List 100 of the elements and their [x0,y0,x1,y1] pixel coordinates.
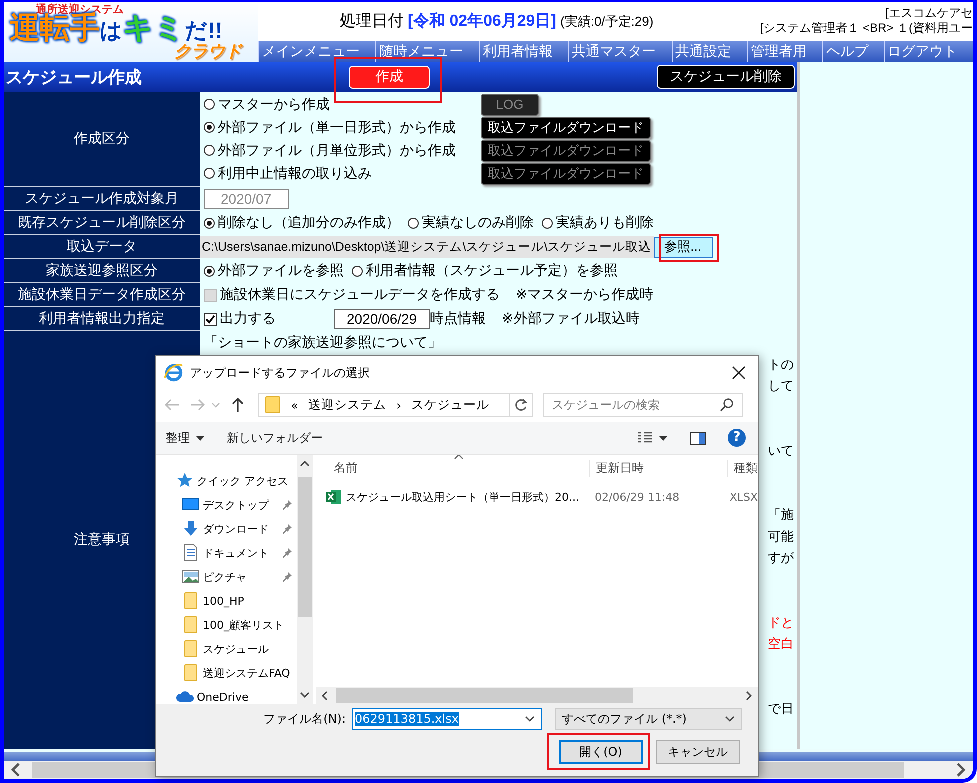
notes-text: すが [768,549,794,567]
option-label: 外部ファイル（単一日形式）から作成 [218,118,456,136]
radio-button[interactable] [408,218,419,228]
folder-icon [182,592,200,610]
browse-button[interactable]: 参照... [654,236,713,258]
option-label: 外部ファイル（月単位形式）から作成 [218,142,456,160]
checkbox-label: 施設休業日にスケジュールデータを作成する [220,286,500,304]
scroll-up-icon [300,461,310,467]
file-name-field[interactable]: 0629113815.xlsx [352,708,542,730]
scrollbar-thumb[interactable] [336,688,633,703]
notes-heading: 「ショートの家族送迎参照について」 [204,333,443,352]
file-date: 02/06/29 11:48 [594,490,681,504]
radio-button[interactable] [204,145,215,156]
date-field[interactable]: 2020/06/29 [334,309,430,329]
folder-icon [182,640,200,658]
preview-pane-button[interactable] [690,432,706,444]
radio-button[interactable] [542,218,553,228]
count-text: (実績:0/予定:29) [560,12,654,30]
picture-icon [182,568,200,586]
notes-text: いて [768,442,794,460]
scroll-left-icon [322,690,328,700]
column-header[interactable]: 種類 [727,460,758,476]
notes-text: 「施 [768,506,794,524]
create-button[interactable]: 作成 [349,66,430,88]
help-button[interactable]: ? [728,429,746,447]
search-field[interactable]: スケジュールの検索 [543,393,743,417]
notes-text: で日 [768,700,794,718]
scroll-down-icon [300,692,310,698]
scroll-left-icon [10,763,22,777]
file-type-dropdown[interactable]: すべてのファイル (*.*) [555,708,742,730]
folder-icon [182,664,200,682]
new-folder-button[interactable]: 新しいフォルダー [227,430,323,446]
field-label: 家族送迎参照区分 [4,259,200,283]
refresh-icon [514,398,528,412]
radio-button[interactable] [204,266,215,276]
option-label: 外部ファイルを参照 [218,262,344,280]
date-label: 処理日付 [340,12,404,32]
file-name[interactable]: スケジュール取込用シート（単一日形式）20... [346,490,580,504]
scroll-right-icon [955,763,967,777]
file-path-field[interactable]: C:\Users\sanae.mizuno\Desktop\送迎システム\スケジュール\スケジュール取込 [200,236,654,258]
column-header[interactable]: 名前 [316,460,589,476]
caret-icon [196,436,205,440]
radio-button[interactable] [204,168,215,179]
column-header[interactable]: 更新日時 [589,460,727,476]
caret-icon [659,436,668,440]
notes-text: トの [768,356,794,374]
address-bar[interactable]: « 送迎システム › スケジュール [258,393,510,417]
overflow-text: « [291,398,299,412]
refresh-button[interactable] [509,393,533,417]
up-arrow-icon[interactable] [230,397,246,413]
user-name: [システム管理者１ <BR> １(資料用ユー [760,21,973,36]
page-title: スケジュール作成 [5,66,143,88]
list-view-icon [637,431,653,445]
vertical-scrollbar[interactable] [297,455,313,704]
option-label: 実績なしのみ削除 [422,214,534,232]
radio-button[interactable] [204,122,215,133]
file-name-label: ファイル名(N): [264,710,346,728]
notes-text: ドと [768,614,794,632]
field-label: 利用者情報出力指定 [4,307,200,331]
cancel-button[interactable]: キャンセル [656,740,740,764]
field-label: 取込データ [4,235,200,259]
chevron-down-icon [725,716,735,722]
suffix-text: 時点情報 [430,310,486,328]
star-icon [176,472,194,490]
note-text: ※外部ファイル取込時 [502,310,640,328]
down-arrow-icon [182,520,200,538]
file-type: XLSX [728,490,758,504]
breadcrumb[interactable]: 送迎システム [308,396,387,414]
field-label: 作成区分 [4,92,200,187]
document-icon [182,544,200,562]
folder-icon [265,396,281,414]
field-label: 施設休業日データ作成区分 [4,283,200,307]
view-options-button[interactable] [637,431,668,445]
pane-icon [690,432,706,444]
date-value: [令和 02年06月29日] [408,12,556,32]
delete-schedule-button[interactable]: スケジュール削除 [657,65,795,89]
checkbox[interactable] [204,312,217,326]
option-label: 利用中止情報の取り込み [218,164,372,182]
logo-subtitle: クラウド [174,42,242,62]
horizontal-scrollbar[interactable] [316,687,758,704]
open-button[interactable]: 開く(O) [559,740,643,764]
path-separator: › [396,398,402,412]
scrollbar-thumb[interactable] [298,477,312,617]
close-icon[interactable] [732,366,746,380]
download-button[interactable]: 取込ファイルダウンロード [481,116,651,138]
radio-button[interactable] [352,266,363,276]
option-label: 利用者情報（スケジュール予定）を参照 [366,262,618,280]
radio-button[interactable] [204,218,215,228]
check-icon [205,314,216,324]
folder-icon [182,616,200,634]
browser-icon [164,363,184,383]
notes-text: して [768,377,794,395]
note-text: ※マスターから作成時 [516,286,654,304]
radio-button[interactable] [204,99,215,110]
option-label: 削除なし（追加分のみ作成） [218,214,400,232]
field-label: 既存スケジュール削除区分 [4,211,200,235]
option-label: 実績ありも削除 [556,214,654,232]
search-placeholder: スケジュールの検索 [552,396,660,414]
option-label: マスターから作成 [218,96,330,114]
breadcrumb[interactable]: スケジュール [412,396,490,414]
